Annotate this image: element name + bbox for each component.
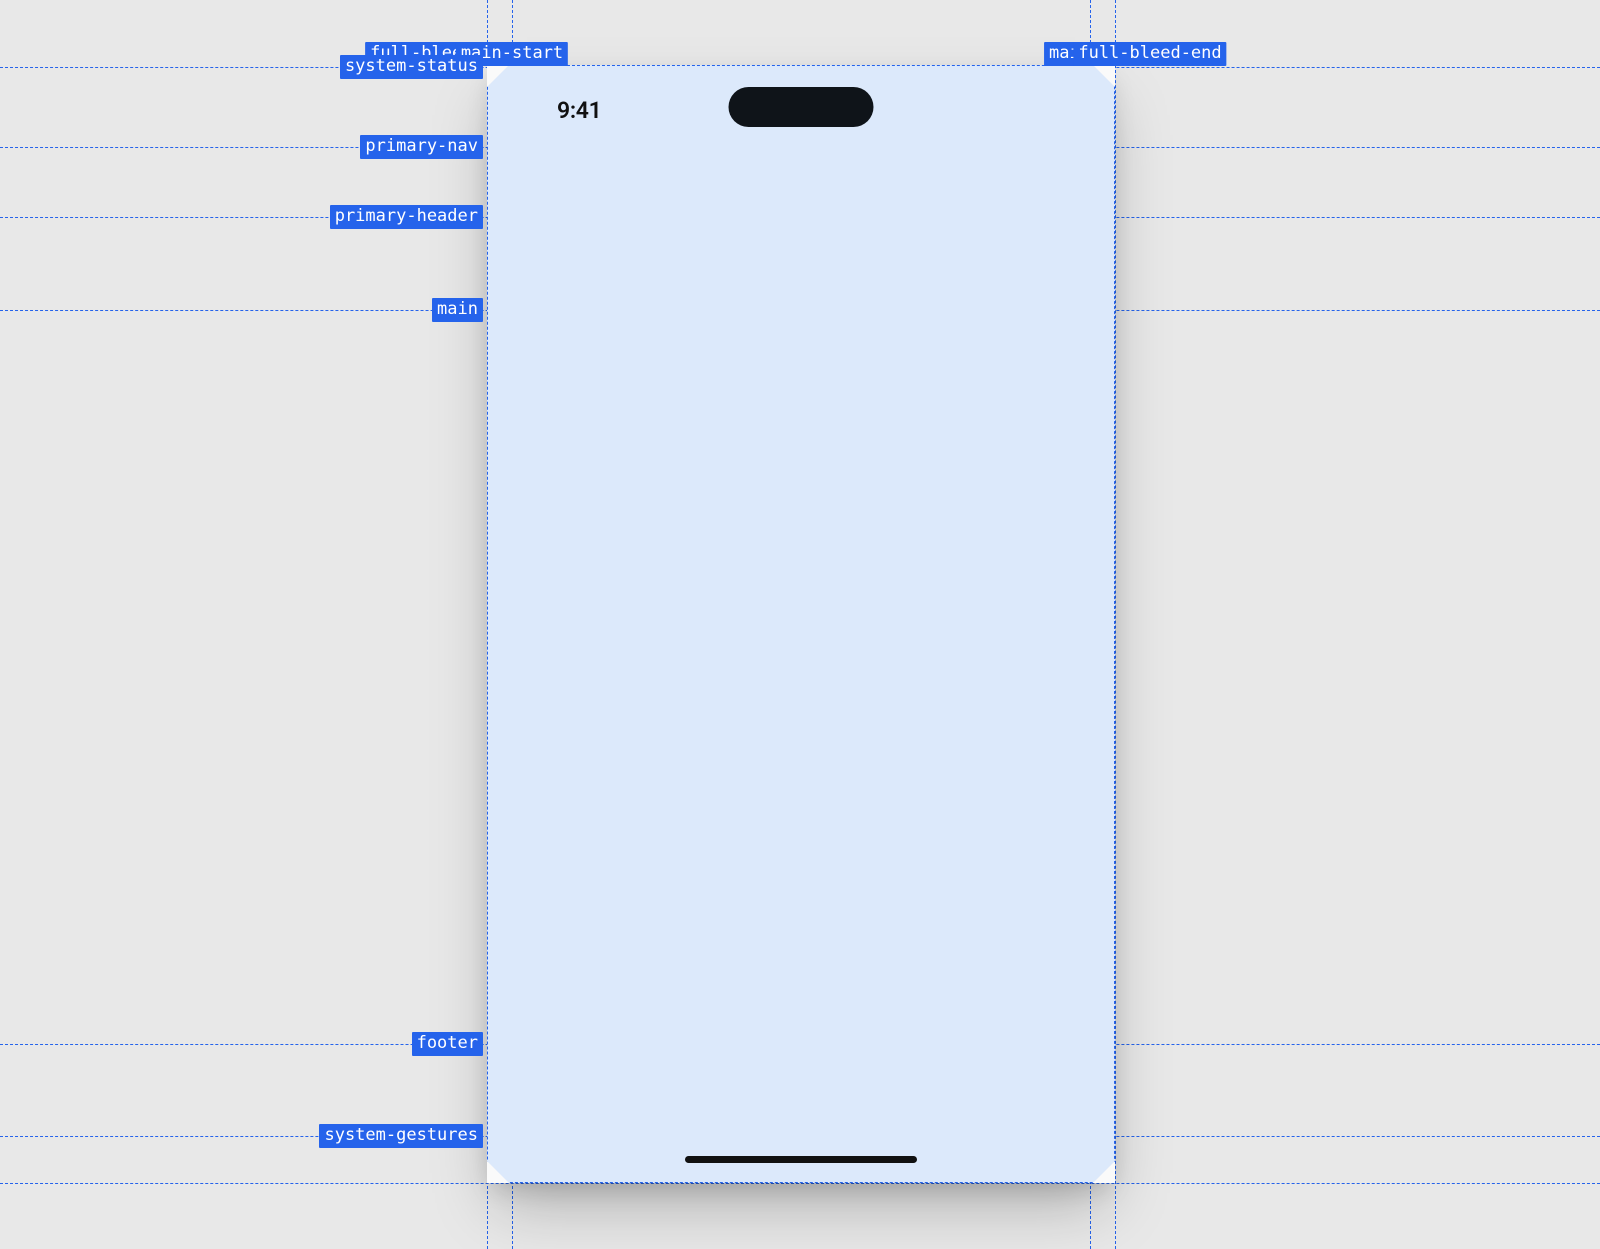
hguide-bottom bbox=[0, 1183, 1600, 1184]
corner-cut-bottom-right bbox=[1093, 1161, 1115, 1183]
label-primary-header: primary-header bbox=[330, 205, 483, 229]
label-primary-nav: primary-nav bbox=[360, 135, 483, 159]
status-time: 9:41 bbox=[557, 97, 602, 124]
dynamic-island bbox=[729, 87, 874, 127]
label-system-gestures: system-gestures bbox=[319, 1124, 483, 1148]
label-main: main bbox=[432, 298, 483, 322]
corner-cut-bottom-left bbox=[487, 1161, 509, 1183]
vguide-full-bleed-end bbox=[1115, 0, 1116, 1249]
label-full-bleed-end: full-bleed-end bbox=[1073, 42, 1226, 66]
label-footer: footer bbox=[412, 1032, 483, 1056]
label-system-status: system-status bbox=[340, 55, 483, 79]
device-frame: 9:41 bbox=[487, 65, 1115, 1183]
layout-spec-canvas: 9:41 full-bleed-start main-start main-en… bbox=[0, 0, 1600, 1249]
home-indicator bbox=[685, 1156, 917, 1163]
device-outline bbox=[487, 65, 1115, 1183]
